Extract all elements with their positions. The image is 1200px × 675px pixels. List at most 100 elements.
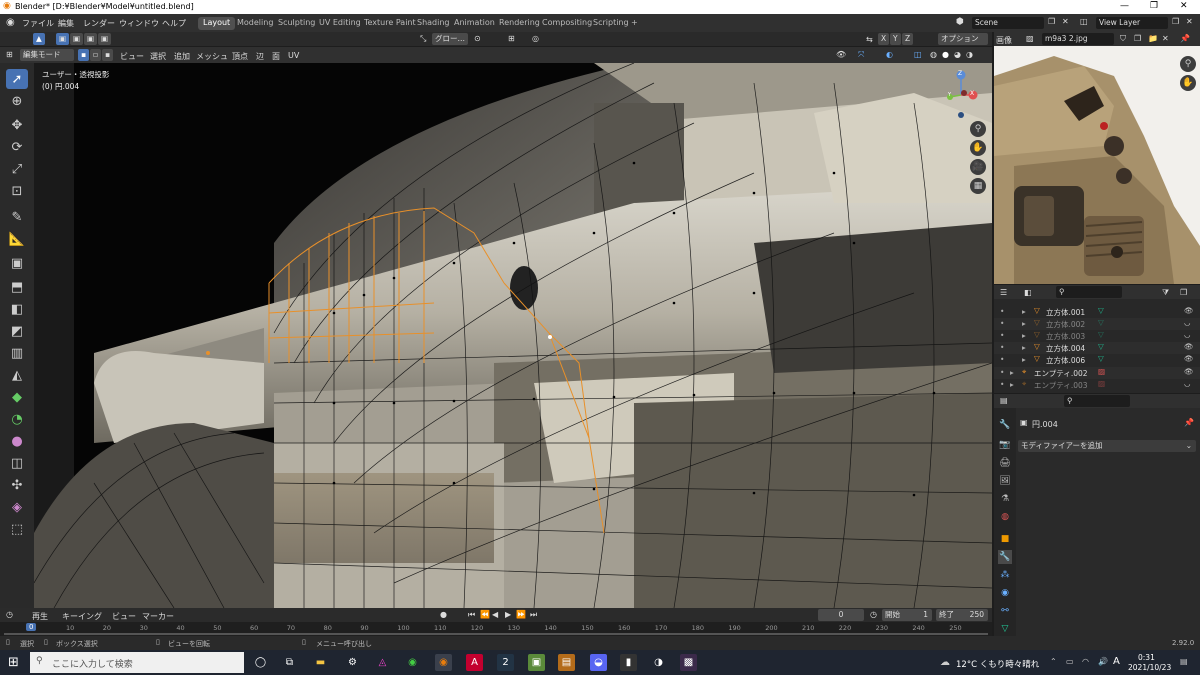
transform-tool-icon[interactable]: ⊡ bbox=[6, 181, 28, 201]
new-scene-icon[interactable]: ❐ bbox=[1048, 17, 1055, 26]
visibility-hidden-icon[interactable]: ◡ bbox=[1184, 379, 1191, 388]
clock-time[interactable]: 0:31 bbox=[1138, 653, 1155, 662]
shading-solid-icon[interactable]: ● bbox=[942, 50, 949, 59]
menu-view[interactable]: ビュー bbox=[120, 51, 144, 62]
timeline-ruler[interactable]: 0 10 20 30 40 50 60 70 80 90 100 110 120 130 140 150 16… bbox=[0, 622, 992, 636]
show-hidden-icons-icon[interactable]: ⌃ bbox=[1050, 657, 1057, 666]
expand-arrow-icon[interactable]: ▸ bbox=[1022, 307, 1026, 316]
menu-uv[interactable]: UV bbox=[288, 51, 299, 60]
shrink-fatten-tool-icon[interactable]: ✣ bbox=[6, 475, 28, 495]
discord-icon[interactable]: ◒ bbox=[590, 654, 607, 671]
blender-taskbar-icon[interactable]: ◉ bbox=[435, 654, 452, 671]
properties-pin-icon[interactable]: 📌 bbox=[1184, 418, 1194, 427]
mirror-x-button[interactable]: X bbox=[878, 33, 890, 45]
rip-tool-icon[interactable]: ⬚ bbox=[6, 519, 28, 539]
jump-keyframe-back-icon[interactable]: ⏪ bbox=[480, 610, 490, 619]
visibility-eye-icon[interactable]: 👁 bbox=[1184, 342, 1194, 351]
spin-tool-icon[interactable]: ◔ bbox=[6, 409, 28, 429]
weather-text[interactable]: 12°C くもり時々晴れ bbox=[956, 658, 1039, 670]
options-dropdown[interactable]: オプション bbox=[938, 33, 988, 45]
cursor-tool-icon[interactable]: ⊕ bbox=[6, 91, 28, 111]
menu-select[interactable]: 選択 bbox=[150, 51, 166, 62]
add-modifier-dropdown[interactable]: モディファイアーを追加 ⌄ bbox=[1018, 440, 1196, 452]
timeline-scrollbar[interactable] bbox=[4, 633, 988, 635]
menu-render[interactable]: レンダー bbox=[83, 18, 115, 29]
face-select-button[interactable]: ▪ bbox=[102, 49, 114, 61]
timeline-editor-type-icon[interactable]: ◷ bbox=[6, 610, 13, 619]
bevel-tool-icon[interactable]: ◩ bbox=[6, 321, 28, 341]
3d-viewport[interactable]: ユーザー・透視投影 (0) 円.004 Z X Y ⚲ ✋ 🎥 ▦ bbox=[34, 63, 992, 608]
blender-menu-icon[interactable]: ◉ bbox=[6, 17, 15, 28]
ime-indicator[interactable]: A bbox=[1113, 656, 1120, 667]
scene-selector-icon[interactable]: ⬢ bbox=[956, 17, 964, 27]
cortana-icon[interactable]: ◯ bbox=[252, 654, 269, 671]
mirror-z-button[interactable]: Z bbox=[902, 33, 914, 45]
shear-tool-icon[interactable]: ◈ bbox=[6, 497, 28, 517]
proportional-edit-icon[interactable]: ◎ bbox=[532, 34, 539, 43]
mirror-y-button[interactable]: Y bbox=[890, 33, 901, 45]
scale-tool-icon[interactable]: ⤢ bbox=[6, 159, 28, 179]
new-collection-icon[interactable]: ❐ bbox=[1180, 288, 1187, 297]
tab-layout[interactable]: Layout bbox=[198, 17, 236, 30]
menu-window[interactable]: ウィンドウ bbox=[119, 18, 159, 29]
jump-keyframe-forward-icon[interactable]: ⏩ bbox=[516, 610, 526, 619]
play-icon[interactable]: ▶ bbox=[505, 610, 511, 619]
image-pan-icon[interactable]: ✋ bbox=[1180, 75, 1196, 91]
menu-add[interactable]: 追加 bbox=[174, 51, 190, 62]
particles-properties-icon[interactable]: ⁂ bbox=[998, 568, 1012, 582]
jump-end-icon[interactable]: ⏭ bbox=[530, 610, 537, 620]
menu-edge[interactable]: 辺 bbox=[256, 51, 264, 62]
visibility-hidden-icon[interactable]: ◡ bbox=[1184, 330, 1191, 339]
tab-modeling[interactable]: Modeling bbox=[232, 17, 278, 30]
menu-help[interactable]: ヘルプ bbox=[162, 18, 186, 29]
minimize-button[interactable]: — bbox=[1120, 1, 1129, 11]
maximize-button[interactable]: ❐ bbox=[1150, 1, 1158, 11]
new-view-layer-icon[interactable]: ❐ bbox=[1172, 17, 1179, 26]
outliner-filter-toggle-icon[interactable]: ◧ bbox=[1024, 288, 1032, 297]
chrome-icon[interactable]: ◉ bbox=[404, 654, 421, 671]
angular-icon[interactable]: A bbox=[466, 654, 483, 671]
select-mode-subtract-icon[interactable]: ▣ bbox=[84, 33, 98, 45]
outliner-search-input[interactable]: ⚲ bbox=[1056, 286, 1122, 298]
expand-arrow-icon[interactable]: ▸ bbox=[1010, 380, 1014, 389]
visibility-eye-icon[interactable]: 👁 bbox=[1184, 367, 1194, 376]
outliner-display-mode-icon[interactable]: ☰ bbox=[1000, 288, 1007, 297]
extrude-tool-icon[interactable]: ⬒ bbox=[6, 277, 28, 297]
camera-view-icon[interactable]: 🎥 bbox=[970, 159, 986, 175]
editor-type-icon[interactable]: ⊞ bbox=[6, 50, 13, 59]
select-mode-new-icon[interactable]: ▣ bbox=[56, 33, 70, 45]
add-workspace-button[interactable]: + bbox=[626, 17, 643, 30]
ortho-toggle-icon[interactable]: ▦ bbox=[970, 178, 986, 194]
delete-view-layer-icon[interactable]: ✕ bbox=[1186, 17, 1193, 26]
play-reverse-icon[interactable]: ◀ bbox=[492, 610, 498, 619]
vertex-select-button[interactable]: ▪ bbox=[78, 49, 90, 61]
select-box-tool-icon[interactable]: ➚ bbox=[6, 69, 28, 89]
xray-toggle-icon[interactable]: ◫ bbox=[914, 50, 922, 59]
volume-icon[interactable]: 🔊 bbox=[1098, 657, 1108, 666]
smooth-tool-icon[interactable]: ● bbox=[6, 431, 28, 451]
select-mode-extend-icon[interactable]: ▣ bbox=[70, 33, 84, 45]
taskbar-search-box[interactable]: ⚲ ここに入力して検索 bbox=[30, 652, 244, 673]
jump-start-icon[interactable]: ⏮ bbox=[468, 610, 475, 620]
zoom-view-icon[interactable]: ⚲ bbox=[970, 121, 986, 137]
tool-properties-icon[interactable]: 🔧 bbox=[998, 418, 1012, 432]
edge-slide-tool-icon[interactable]: ◫ bbox=[6, 453, 28, 473]
menu-mesh[interactable]: メッシュ bbox=[196, 51, 228, 62]
modifier-properties-icon[interactable]: 🔧 bbox=[998, 550, 1012, 564]
inset-tool-icon[interactable]: ◧ bbox=[6, 299, 28, 319]
shared-app-icon[interactable]: ◬ bbox=[374, 654, 391, 671]
shading-material-icon[interactable]: ◕ bbox=[954, 50, 961, 59]
outliner-row[interactable]: • ▸ ▽ 立方体.004 ▽ 👁 bbox=[994, 342, 1200, 354]
constraints-properties-icon[interactable]: ⚯ bbox=[998, 604, 1012, 618]
select-tool-icon[interactable]: ▲ bbox=[33, 33, 45, 45]
shading-rendered-icon[interactable]: ◑ bbox=[966, 50, 973, 59]
mode-dropdown[interactable]: 編集モード bbox=[20, 49, 74, 61]
scene-field[interactable]: Scene bbox=[972, 17, 1044, 29]
steam-app-icon[interactable]: 2 bbox=[497, 654, 514, 671]
poly-build-tool-icon[interactable]: ◆ bbox=[6, 387, 28, 407]
transform-orientation-dropdown[interactable]: グロー… bbox=[432, 33, 468, 45]
overlay-toggle-icon[interactable]: ◐ bbox=[886, 50, 893, 59]
close-button[interactable]: ✕ bbox=[1180, 1, 1188, 11]
outliner-row[interactable]: • ▸ ▽ 立方体.003 ▽ ◡ bbox=[994, 330, 1200, 342]
preview-range-icon[interactable]: ◷ bbox=[870, 610, 877, 619]
